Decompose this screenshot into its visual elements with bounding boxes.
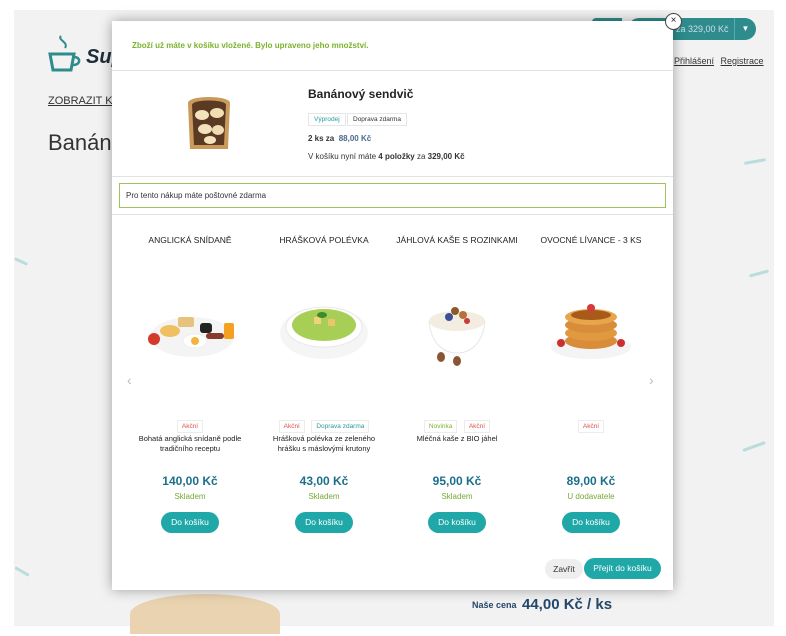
add-to-cart-button[interactable]: Do košíku [428,512,486,533]
recommended-stock: Skladem [174,492,206,501]
banana-sandwich-image [188,97,230,149]
divider [112,214,673,215]
go-to-cart-button[interactable]: Přejít do košíku [584,558,661,579]
pancakes-image [551,304,631,359]
recommended-description: Hrášková polévka ze zeleného hrášku s má… [272,434,376,453]
recommended-price: 140,00 Kč [162,474,218,488]
recommended-product-name[interactable]: ANGLICKÁ SNÍDANĚ [127,235,253,245]
divider [112,70,673,71]
tag-free-shipping: Doprava zdarma [347,113,408,126]
carousel-prev-arrow-icon[interactable]: ‹ [127,372,132,388]
price-label: Naše cena [472,600,517,610]
recommended-product-name[interactable]: HRÁŠKOVÁ POLÉVKA [261,235,387,245]
recommended-tags: Akční Doprava zdarma [261,415,387,433]
chevron-down-icon[interactable]: ▼ [734,18,756,40]
recommended-description: Mléčná kaše z BIO jáhel [416,434,498,443]
tag-free-shipping: Doprava zdarma [311,420,370,433]
recommended-price: 89,00 Kč [566,474,616,488]
background-product-image [130,594,280,634]
recommended-product-name[interactable]: JÁHLOVÁ KAŠE S ROZINKAMI [394,235,520,245]
tag-sale: Výprodej [308,113,346,126]
tag-action: Akční [278,420,305,433]
recommended-tags: Akční [528,415,654,433]
english-breakfast-image [148,317,234,357]
divider [112,176,673,177]
pea-soup-image [280,306,368,359]
close-button[interactable]: Zavřít [545,559,583,579]
product-name: Banánový sendvič [308,87,414,101]
free-shipping-box: Pro tento nákup máte poštovné zdarma [119,183,666,208]
recommended-stock: U dodavatele [567,492,615,501]
auth-links: Přihlášení Registrace [670,56,764,66]
cart-summary: V košíku nyní máte 4 položky za 329,00 K… [308,152,465,161]
close-icon[interactable]: × [665,13,682,30]
recommended-stock: Skladem [308,492,340,501]
recommended-tags: Akční [127,415,253,433]
carousel-next-arrow-icon[interactable]: › [649,372,654,388]
recommended-price: 43,00 Kč [299,474,349,488]
recommended-price: 95,00 Kč [432,474,482,488]
login-link[interactable]: Přihlášení [674,56,714,66]
tag-new: Novinka [423,420,458,433]
add-to-cart-button[interactable]: Do košíku [161,512,219,533]
recommended-tags: Novinka Akční [394,415,520,433]
register-link[interactable]: Registrace [721,56,764,66]
tag-action: Akční [176,420,204,433]
recommended-product-name[interactable]: OVOCNÉ LÍVANCE - 3 KS [528,235,654,245]
top-cart-total: za 329,00 Kč [676,24,729,34]
quantity-line: 2 ks za 88,00 Kč [308,134,372,143]
tag-action: Akční [463,420,491,433]
add-to-cart-button[interactable]: Do košíku [295,512,353,533]
recommended-stock: Skladem [441,492,473,501]
add-to-cart-button[interactable]: Do košíku [562,512,620,533]
cart-notice: Zboží už máte v košíku vložené. Bylo upr… [132,41,369,50]
added-to-cart-modal: Zboží už máte v košíku vložené. Bylo upr… [112,21,673,590]
show-category-link[interactable]: ZOBRAZIT KA [48,95,120,107]
millet-porridge-image [428,307,486,366]
logo-cup-icon [48,35,81,72]
tag-action: Akční [577,420,605,433]
recommended-description: Bohatá anglická snídaně podle tradičního… [138,434,242,453]
price-value: 44,00 Kč / ks [522,596,613,613]
